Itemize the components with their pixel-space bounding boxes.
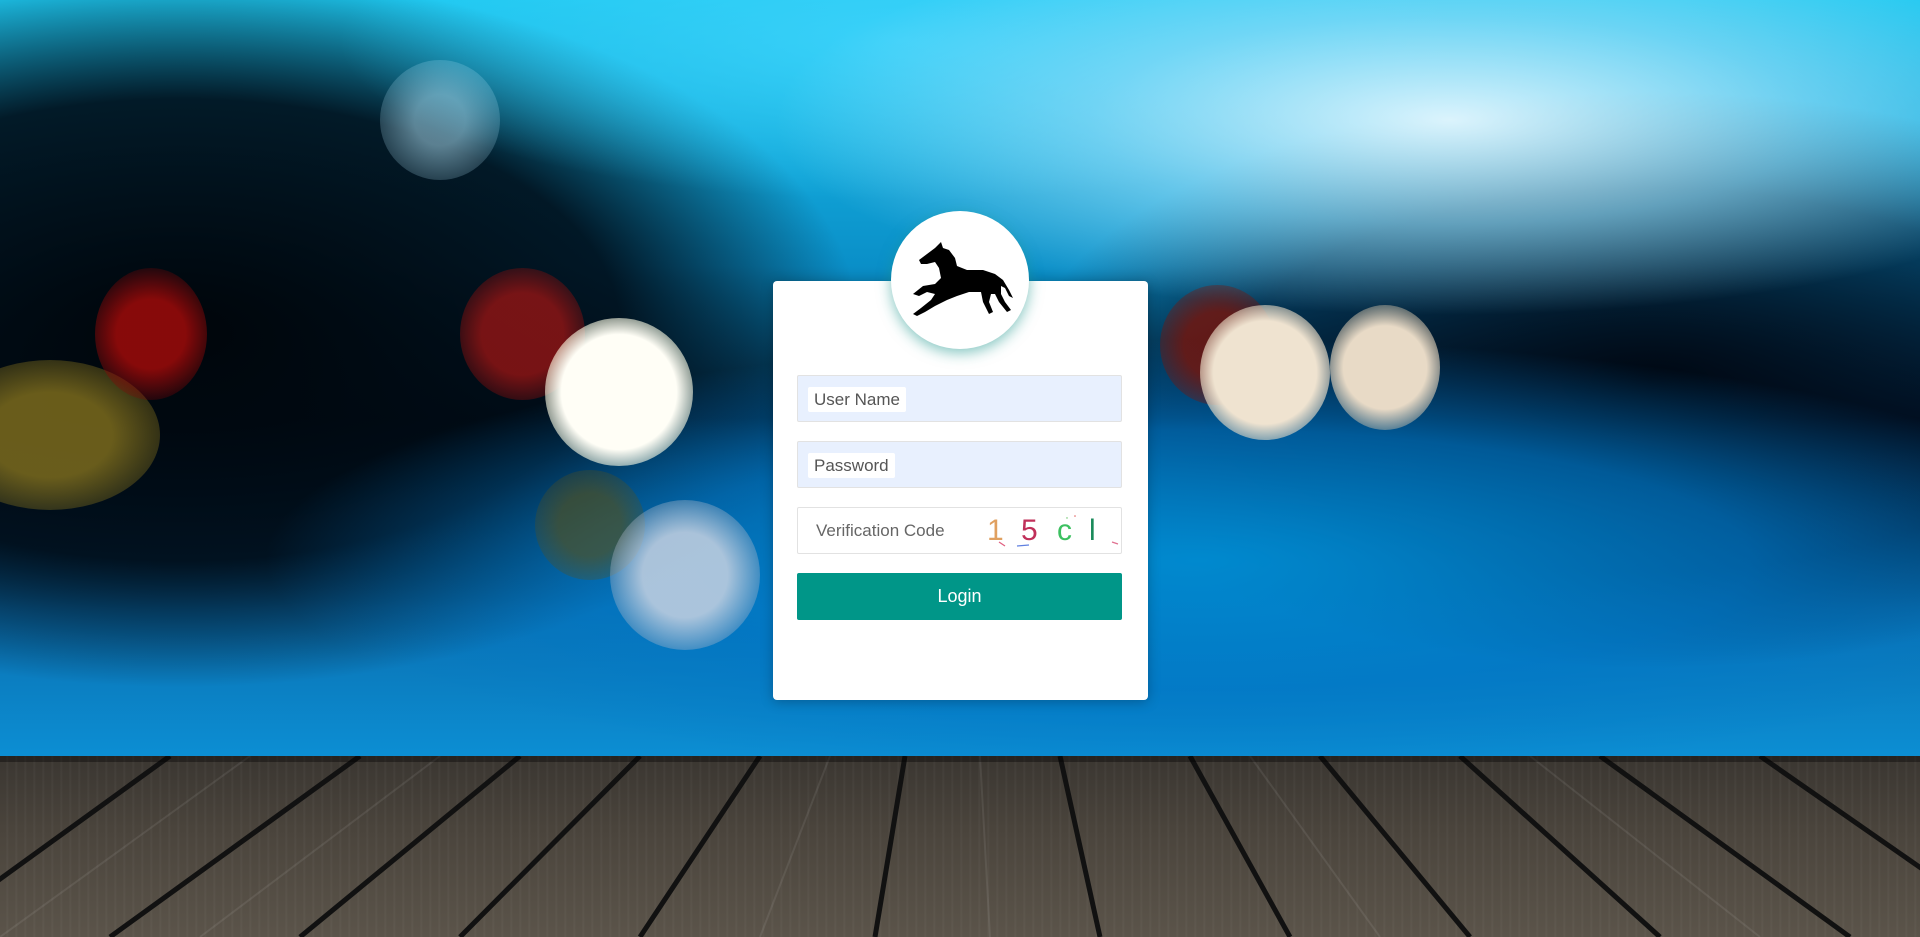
username-input[interactable] xyxy=(798,376,1121,421)
bokeh-light xyxy=(610,500,760,650)
captcha-char: c xyxy=(1057,514,1072,547)
captcha-char: l xyxy=(1089,514,1096,547)
username-field[interactable]: User Name xyxy=(797,375,1122,422)
captcha-char: 1 xyxy=(987,514,1004,547)
floor-planks xyxy=(0,756,1920,937)
horse-icon xyxy=(913,242,1013,316)
bokeh-light xyxy=(1200,305,1330,440)
verification-code-input[interactable] xyxy=(798,508,978,553)
bokeh-light xyxy=(545,318,693,466)
login-button[interactable]: Login xyxy=(797,573,1122,620)
bokeh-light xyxy=(380,60,500,180)
captcha-char: 5 xyxy=(1021,514,1038,547)
login-page: User Name Password 1 5 c l Lo xyxy=(0,0,1920,937)
logo xyxy=(891,211,1029,349)
password-input[interactable] xyxy=(798,442,1121,487)
password-field[interactable]: Password xyxy=(797,441,1122,488)
captcha-image[interactable]: 1 5 c l xyxy=(971,508,1121,553)
verification-code-field[interactable]: 1 5 c l xyxy=(797,507,1122,554)
bokeh-light xyxy=(1330,305,1440,430)
bokeh-light xyxy=(95,268,207,400)
wooden-floor xyxy=(0,756,1920,937)
